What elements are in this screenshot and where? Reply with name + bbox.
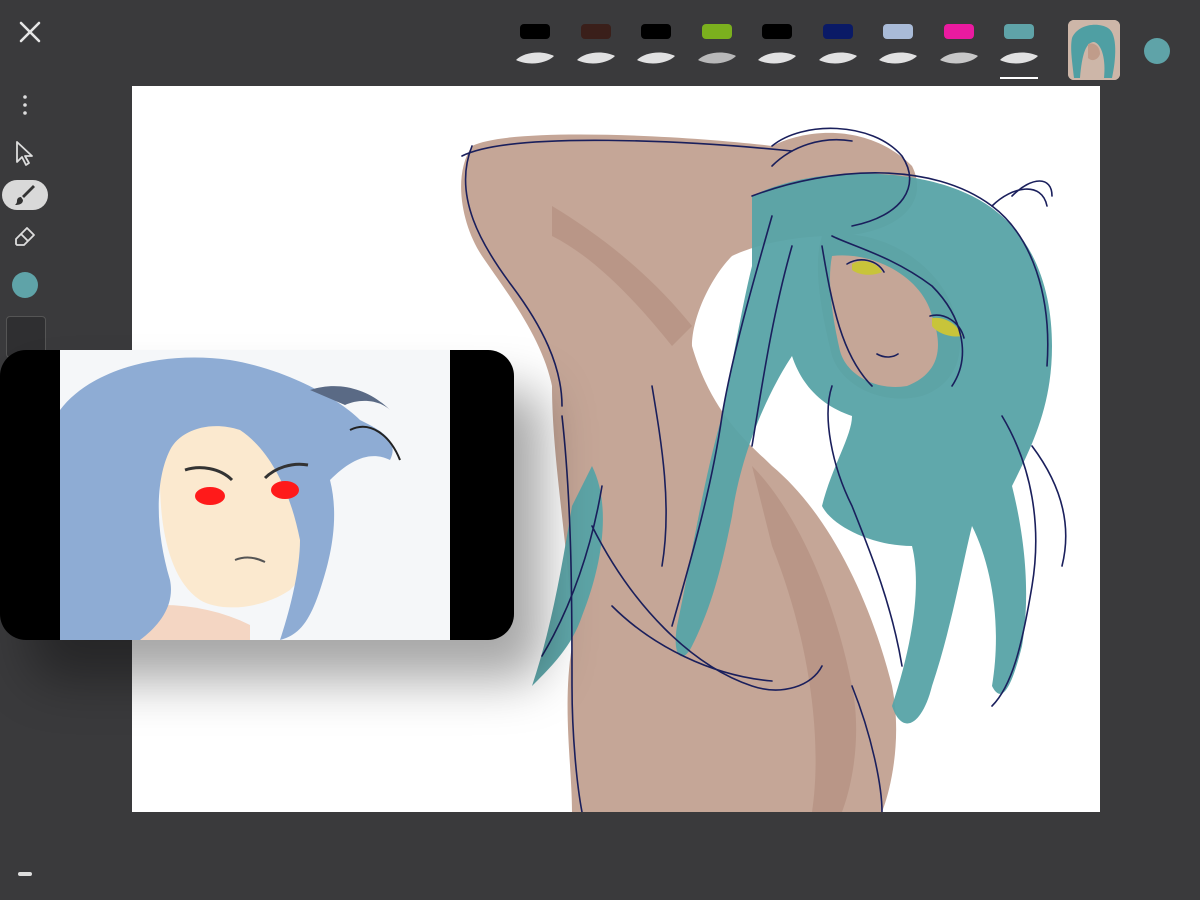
brush-stroke-icon [1000, 52, 1038, 64]
eraser-icon [15, 227, 35, 246]
brush-1-preset[interactable] [508, 18, 562, 78]
brush-stroke-icon [818, 52, 857, 64]
brush-1-color-swatch [520, 24, 550, 39]
brush-8-color-swatch [943, 24, 974, 39]
current-color-swatch[interactable] [1144, 38, 1170, 64]
brush-9-preset[interactable] [992, 18, 1046, 79]
more-icon [23, 95, 27, 115]
brush-7-preset[interactable] [871, 18, 925, 78]
top-toolbar [0, 0, 1200, 86]
reference-image [60, 350, 450, 640]
brush-5-preset[interactable] [750, 18, 804, 78]
brush-2-preset[interactable] [569, 18, 623, 78]
brush-icon [15, 185, 35, 205]
brush-stroke-icon [697, 52, 736, 64]
brush-stroke-icon [637, 52, 675, 64]
eraser-tool[interactable] [8, 222, 42, 252]
minus-button[interactable] [18, 872, 32, 876]
reference-window[interactable] [0, 350, 514, 640]
sidebar-color-swatch[interactable] [12, 272, 38, 298]
brush-3-color-swatch [641, 24, 671, 39]
brush-3-preset[interactable] [629, 18, 683, 78]
brush-stroke-icon [576, 52, 615, 64]
select-arrow-icon [16, 141, 33, 166]
brush-stroke-icon [758, 52, 796, 64]
more-button[interactable] [8, 90, 42, 120]
brush-stroke-icon [939, 52, 978, 64]
brush-stroke-icon [516, 52, 554, 64]
close-icon [19, 21, 41, 43]
reference-thumbnail[interactable] [1068, 20, 1120, 80]
brush-4-preset[interactable] [690, 18, 744, 78]
brush-8-preset[interactable] [932, 18, 986, 78]
brush-2-color-swatch [580, 24, 611, 39]
brush-7-color-swatch [883, 24, 913, 39]
brush-6-color-swatch [822, 24, 853, 39]
selected-indicator [1000, 77, 1038, 79]
brush-stroke-icon [879, 52, 917, 64]
select-tool[interactable] [8, 138, 42, 168]
close-button[interactable] [14, 16, 46, 48]
brush-5-color-swatch [762, 24, 792, 39]
brush-6-preset[interactable] [811, 18, 865, 78]
brush-4-color-swatch [701, 24, 732, 39]
brush-9-color-swatch [1004, 24, 1034, 39]
brush-tool[interactable] [2, 180, 48, 210]
